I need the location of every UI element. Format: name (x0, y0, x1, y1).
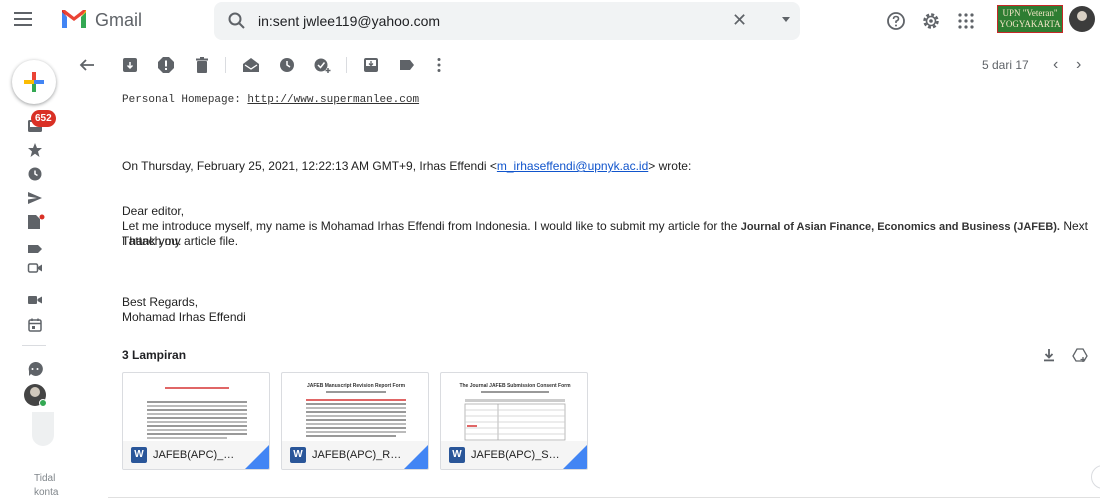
document-preview-icon (464, 391, 566, 441)
side-panel-toggle[interactable] (1091, 465, 1100, 489)
compose-plus-icon (24, 72, 44, 92)
quote-suffix: > wrote: (648, 159, 692, 173)
document-preview-icon (147, 387, 247, 439)
add-to-tasks-icon[interactable] (313, 56, 331, 74)
rail-divider (22, 345, 46, 346)
next-message-button[interactable]: › (1076, 56, 1081, 74)
attachment-filename: JAFEB(APC)_Manu... (153, 449, 243, 461)
quote-prefix: On Thursday, February 25, 2021, 12:22:13… (122, 159, 497, 173)
attachment-filename: JAFEB(APC)_Subm... (471, 449, 561, 461)
archive-icon[interactable] (121, 56, 139, 74)
greeting: Dear editor, (122, 204, 185, 218)
status-line-2: konta (34, 487, 59, 498)
gmail-logo-icon[interactable] (60, 8, 88, 30)
download-all-icon[interactable] (1041, 347, 1057, 363)
hangouts-status-text: Tidal konta (34, 472, 58, 500)
avatar-face (30, 387, 40, 397)
attachment-card[interactable]: W JAFEB(APC)_Manu... (122, 372, 270, 470)
org-name-line2: YOGYAKARTA (999, 19, 1061, 29)
page-fold-icon (404, 445, 428, 469)
homepage-link[interactable]: http://www.supermanlee.com (247, 94, 419, 106)
attachment-card[interactable]: JAFEB Manuscript Revision Report Form W … (281, 372, 429, 470)
word-file-icon: W (131, 447, 147, 463)
word-file-icon: W (449, 447, 465, 463)
clear-search-icon[interactable]: ✕ (732, 10, 747, 31)
toolbar-divider (225, 57, 226, 73)
drafts-icon[interactable] (27, 214, 45, 230)
starred-icon[interactable] (27, 142, 43, 158)
signature-line: Mohamad Irhas Effendi (122, 310, 246, 324)
message-toolbar: 5 dari 17 ‹ › (70, 52, 1100, 80)
report-spam-icon[interactable] (157, 56, 175, 74)
attachment-filename: JAFEB(APC)_Revis... (312, 449, 402, 461)
hangouts-placeholder-bubble (32, 412, 54, 446)
account-avatar[interactable] (1069, 6, 1095, 32)
settings-icon[interactable] (921, 11, 941, 31)
word-file-icon: W (290, 447, 306, 463)
mark-unread-icon[interactable] (242, 56, 260, 74)
move-to-icon[interactable] (362, 56, 380, 74)
hangouts-avatar[interactable] (24, 384, 47, 407)
meet-join-meeting-icon[interactable] (27, 294, 43, 306)
apps-grid-icon[interactable] (956, 11, 976, 31)
pagination-status: 5 dari 17 (982, 58, 1029, 72)
page-fold-icon (563, 445, 587, 469)
calendar-icon[interactable] (27, 317, 43, 333)
add-to-drive-icon[interactable] (1072, 347, 1088, 363)
search-input[interactable] (258, 11, 718, 31)
labels-icon[interactable] (398, 56, 416, 74)
label-icon[interactable] (27, 244, 43, 254)
snooze-icon[interactable] (278, 56, 296, 74)
thanks-line: Thank you. (122, 234, 182, 248)
help-icon[interactable] (886, 11, 906, 31)
top-bar: Gmail ✕ UPN "Veteran" YOGYAKARTA (0, 0, 1100, 44)
attachments-heading: 3 Lampiran (122, 348, 187, 362)
page-fold-icon (245, 445, 269, 469)
journal-name: Journal of Asian Finance, Economics and … (740, 221, 1060, 233)
quote-header: On Thursday, February 25, 2021, 12:22:13… (122, 159, 1092, 173)
quote-email-link[interactable]: m_irhaseffendi@upnyk.ac.id (497, 159, 648, 173)
chat-icon[interactable] (27, 361, 43, 377)
meet-new-meeting-icon[interactable] (27, 260, 43, 276)
back-arrow-icon[interactable] (78, 56, 96, 74)
app-brand: Gmail (95, 10, 143, 30)
previous-message-button[interactable]: ‹ (1053, 56, 1058, 74)
more-options-icon[interactable] (430, 56, 448, 74)
attachment-card[interactable]: The Journal JAFEB Submission Consent For… (440, 372, 588, 470)
status-line-1: Tidal (34, 473, 56, 484)
main-menu-button[interactable] (14, 12, 32, 26)
body-intro: Let me introduce myself, my name is Moha… (122, 219, 741, 233)
content-bottom-divider (108, 497, 1100, 498)
homepage-line: Personal Homepage: http://www.supermanle… (122, 91, 1092, 107)
closing-line: Best Regards, (122, 295, 199, 309)
document-preview-icon (306, 391, 406, 437)
search-options-icon[interactable] (782, 17, 790, 22)
org-name-line1: UPN "Veteran" (1002, 8, 1058, 18)
toolbar-divider (346, 57, 347, 73)
search-bar: ✕ (214, 2, 800, 40)
homepage-label: Personal Homepage: (122, 94, 248, 106)
compose-button[interactable] (12, 60, 56, 104)
sent-icon[interactable] (27, 190, 43, 206)
unread-count-badge: 652 (31, 110, 56, 127)
search-icon[interactable] (228, 12, 246, 30)
online-status-dot (39, 399, 47, 407)
organization-logo[interactable]: UPN "Veteran" YOGYAKARTA (997, 5, 1063, 33)
snoozed-icon[interactable] (27, 166, 43, 182)
delete-icon[interactable] (193, 56, 211, 74)
